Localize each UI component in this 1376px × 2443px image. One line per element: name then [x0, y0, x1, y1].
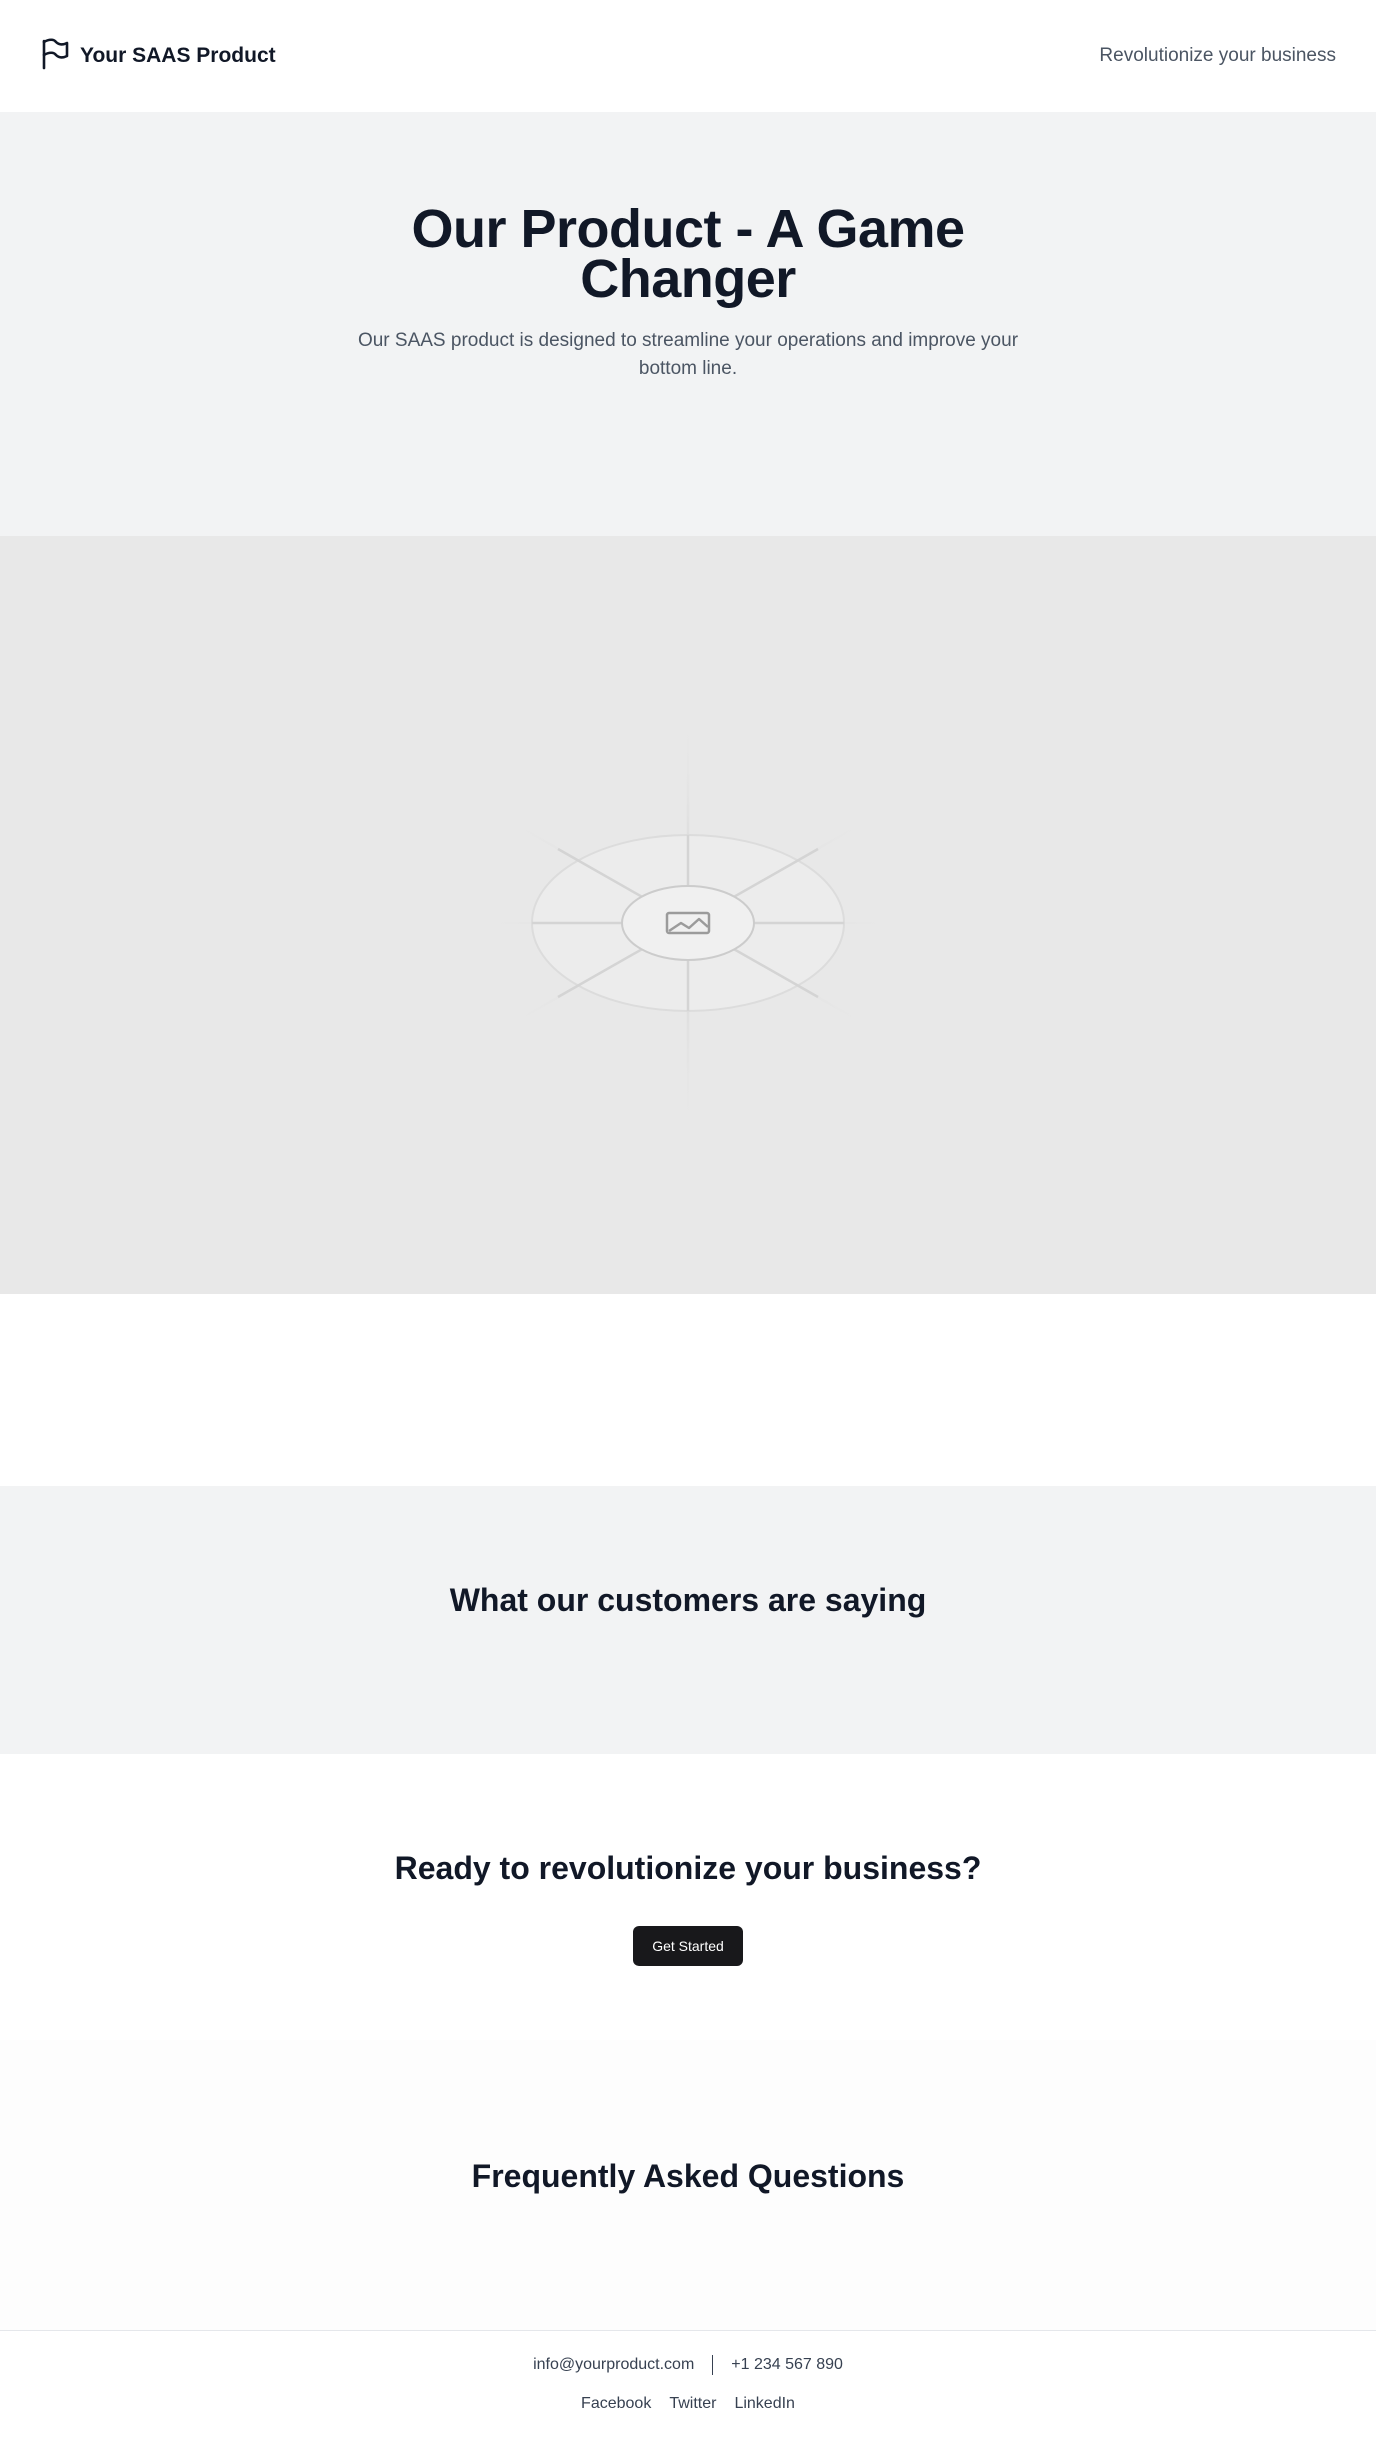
header-tagline: Revolutionize your business [1099, 45, 1336, 66]
brand-name: Your SAAS Product [80, 44, 276, 67]
site-header: Your SAAS Product Revolutionize your bus… [0, 0, 1376, 112]
footer-link-linkedin[interactable]: LinkedIn [734, 2395, 795, 2413]
footer-link-facebook[interactable]: Facebook [581, 2395, 651, 2413]
hero-image-placeholder [0, 536, 1376, 1310]
hero-section: Our Product - A Game Changer Our SAAS pr… [0, 112, 1376, 1310]
brand-link[interactable]: Your SAAS Product [40, 37, 276, 75]
cta-title: Ready to revolutionize your business? [394, 1850, 982, 1886]
flag-icon [40, 37, 70, 75]
footer-phone-link[interactable]: +1 234 567 890 [731, 2356, 843, 2374]
cta-section: Ready to revolutionize your business? Ge… [0, 1754, 1376, 2040]
footer-social-links: Facebook Twitter LinkedIn [0, 2395, 1376, 2413]
footer-contact: info@yourproduct.com +1 234 567 890 [0, 2355, 1376, 2375]
footer-link-twitter[interactable]: Twitter [669, 2395, 716, 2413]
testimonials-section: What our customers are saying [0, 1486, 1376, 1754]
faq-section: Frequently Asked Questions [0, 2040, 1376, 2330]
footer-email-link[interactable]: info@yourproduct.com [533, 2356, 694, 2374]
get-started-button[interactable]: Get Started [633, 1926, 743, 1966]
hero-title: Our Product - A Game Changer [411, 199, 965, 309]
testimonials-title: What our customers are saying [449, 1582, 927, 1618]
footer-divider [712, 2355, 714, 2375]
empty-section [0, 1294, 1376, 1486]
image-placeholder-icon [477, 703, 899, 1143]
hero-subtitle: Our SAAS product is designed to streamli… [357, 330, 1019, 379]
faq-title: Frequently Asked Questions [471, 2158, 905, 2194]
site-footer: info@yourproduct.com +1 234 567 890 Face… [0, 2330, 1376, 2443]
